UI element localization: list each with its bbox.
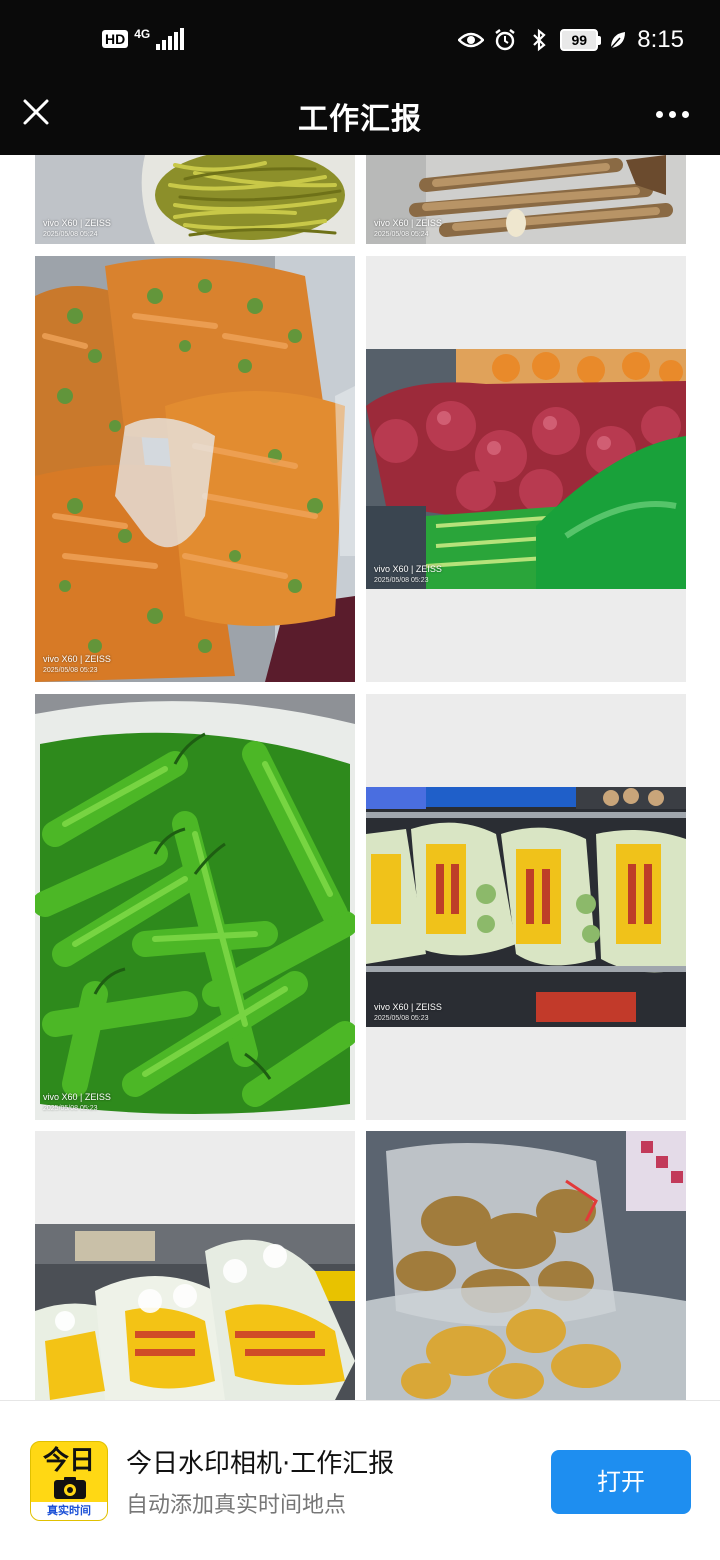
app-description: 自动添加真实时间地点: [126, 1493, 347, 1518]
photo-green-peppers-bag[interactable]: vivo X60 | ZEISS 2025/05/08 05:24: [35, 155, 355, 244]
clock: 8:15: [637, 26, 684, 53]
photo-ginger[interactable]: [366, 1131, 686, 1400]
page-title: 工作汇报: [298, 102, 422, 137]
more-button[interactable]: [652, 96, 692, 132]
app-promo-banner: 今日 真实时间 今日水印相机·工作汇报 自动添加真实时间地点 打开: [0, 1400, 720, 1560]
photo-green-chili[interactable]: vivo X60 | ZEISS 2025/05/08 05:23: [35, 694, 355, 1120]
signal-icon: [156, 28, 185, 50]
red-onions-image: [366, 256, 686, 682]
watermark-brand: vivo X60 | ZEISS: [43, 218, 111, 228]
watermark: vivo X60 | ZEISS 2025/05/08 05:23: [43, 1092, 111, 1114]
leaf-icon: [609, 27, 627, 53]
camera-icon: [54, 1477, 86, 1499]
ginger-image: [366, 1131, 686, 1400]
app-name: 今日水印相机·工作汇报: [126, 1449, 395, 1479]
watermark-brand: vivo X60 | ZEISS: [374, 218, 442, 228]
watermark-brand: vivo X60 | ZEISS: [43, 654, 111, 664]
status-left: HD 4G: [102, 27, 185, 50]
watermark: vivo X60 | ZEISS 2025/05/08 05:24: [374, 218, 442, 240]
app-icon-label-top: 今日: [42, 1446, 95, 1476]
photo-shelf-vegetables[interactable]: vivo X60 | ZEISS 2025/05/08 05:23: [366, 694, 686, 1120]
photo-yams[interactable]: vivo X60 | ZEISS 2025/05/08 05:24: [366, 155, 686, 244]
bluetooth-icon: [526, 27, 552, 53]
watermark-brand: vivo X60 | ZEISS: [374, 564, 442, 574]
alarm-icon: [492, 27, 518, 53]
photo-grid: vivo X60 | ZEISS 2025/05/08 05:24 vivo X…: [0, 155, 720, 1400]
watermark-date: 2025/05/08 05:24: [43, 231, 98, 238]
watermark: vivo X60 | ZEISS 2025/05/08 05:23: [374, 564, 442, 586]
more-icon-dot: [681, 110, 689, 118]
watermark: vivo X60 | ZEISS 2025/05/08 05:23: [374, 1002, 442, 1024]
carrots-image: [35, 256, 355, 682]
watermark: vivo X60 | ZEISS 2025/05/08 05:23: [43, 654, 111, 676]
more-icon-dot: [668, 110, 676, 118]
watermark-date: 2025/05/08 05:24: [374, 231, 429, 238]
eye-comfort-icon: [458, 27, 485, 53]
status-bar: HD 4G 99 8:15: [0, 0, 720, 80]
watermark: vivo X60 | ZEISS 2025/05/08 05:24: [43, 218, 111, 240]
green-chili-image: [35, 694, 355, 1120]
shelf-vegetables-image: [366, 694, 686, 1120]
photo-red-onions[interactable]: vivo X60 | ZEISS 2025/05/08 05:23: [366, 256, 686, 682]
battery-icon: 99: [560, 29, 602, 51]
network-type: 4G: [134, 27, 151, 41]
app-icon-label-bottom: 真实时间: [31, 1502, 107, 1520]
watermark-brand: vivo X60 | ZEISS: [374, 1002, 442, 1012]
photo-carrots[interactable]: vivo X60 | ZEISS 2025/05/08 05:23: [35, 256, 355, 682]
app-icon[interactable]: 今日 真实时间: [30, 1441, 108, 1521]
status-right: 99 8:15: [458, 26, 684, 54]
watermark-brand: vivo X60 | ZEISS: [43, 1092, 111, 1102]
watermark-date: 2025/05/08 05:23: [374, 577, 429, 584]
battery-level: 99: [560, 29, 599, 51]
cabbage-image: [35, 1131, 355, 1400]
more-icon-dot: [655, 110, 663, 118]
watermark-date: 2025/05/08 05:23: [43, 1105, 98, 1112]
photo-cabbage[interactable]: [35, 1131, 355, 1400]
open-app-button[interactable]: 打开: [551, 1450, 691, 1514]
hd-badge: HD: [102, 30, 129, 48]
watermark-date: 2025/05/08 05:23: [374, 1015, 429, 1022]
screen: HD 4G 99 8:15 工作汇报 vivo X60 | ZEISS 2025…: [0, 0, 720, 1560]
watermark-date: 2025/05/08 05:23: [43, 667, 98, 674]
title-bar: 工作汇报: [0, 80, 720, 155]
